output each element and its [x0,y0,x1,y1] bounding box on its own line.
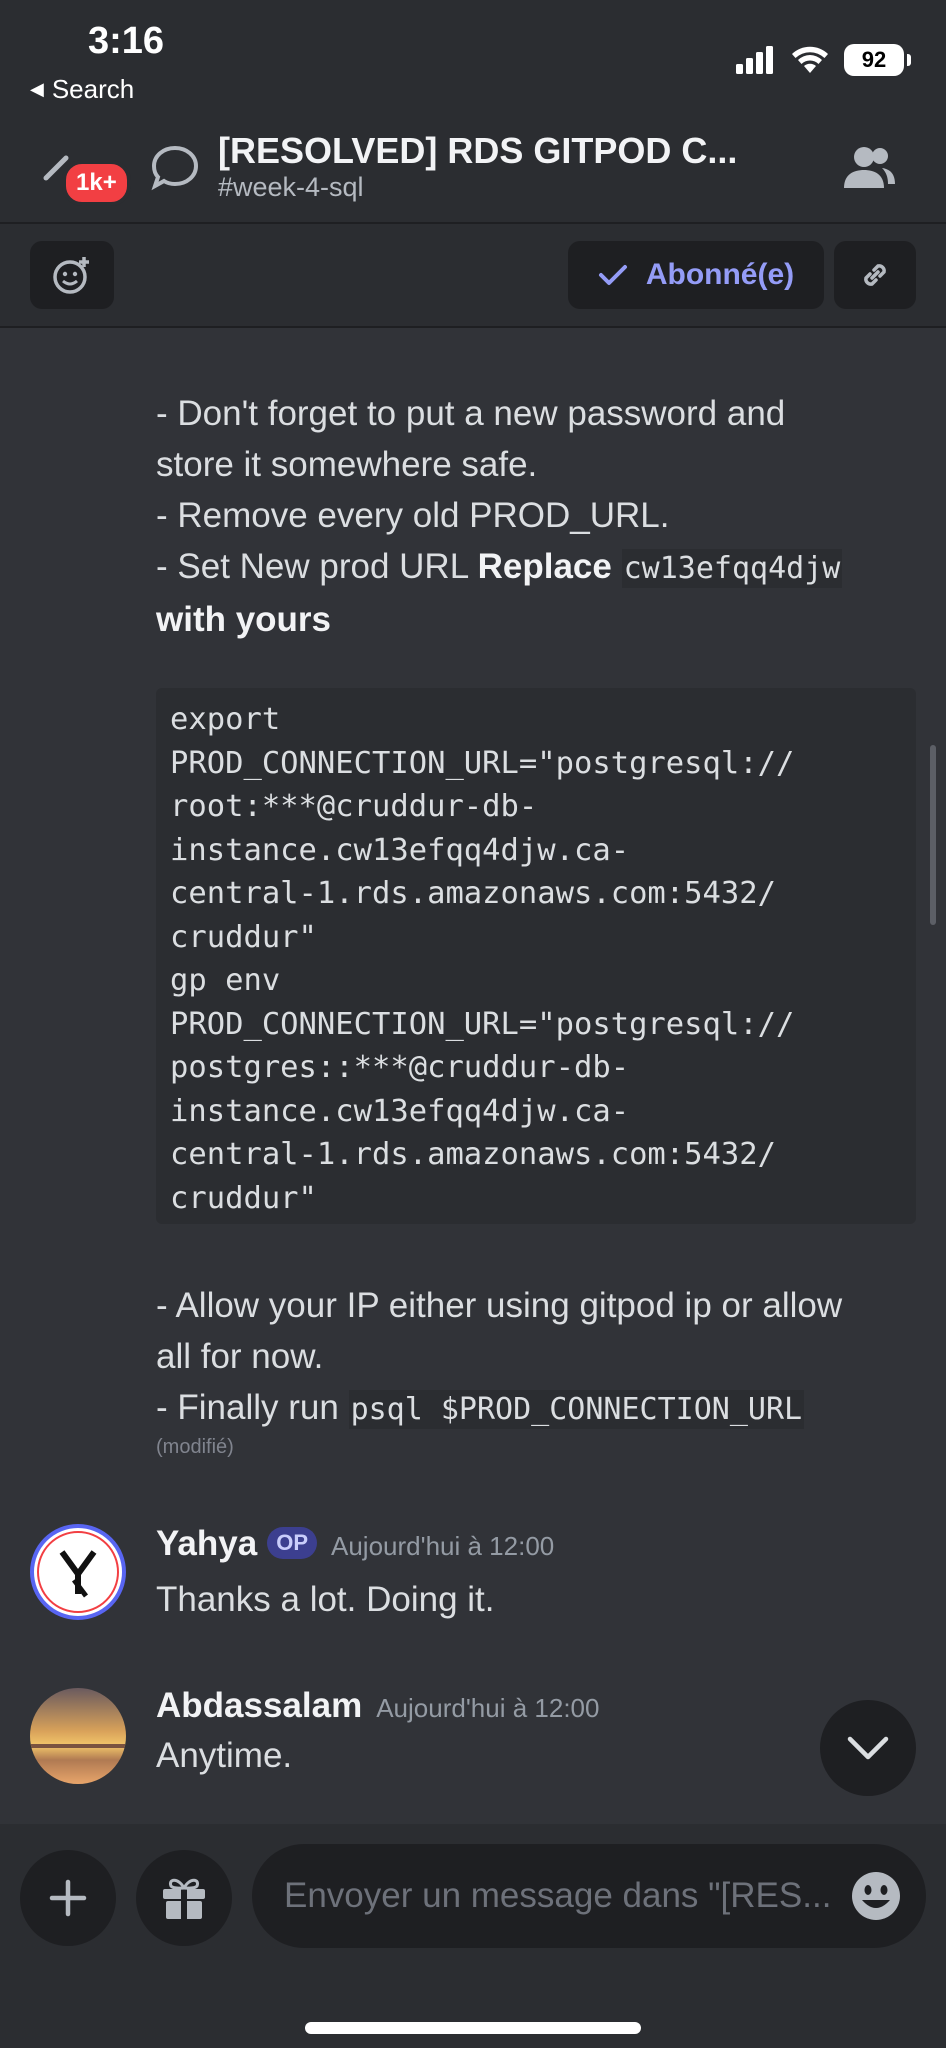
plus-icon [49,1879,87,1917]
status-bar: 3:16 ◀ Search 92 [0,0,946,110]
message-line: - Remove every old PROD_URL. [156,496,670,535]
members-icon[interactable] [842,144,896,190]
avatar[interactable] [30,1524,126,1620]
inline-code: psql $PROD_CONNECTION_URL [348,1390,805,1429]
timestamp: Aujourd'hui à 12:00 [376,1693,600,1723]
wifi-icon [792,46,828,73]
author-name[interactable]: Yahya [156,1524,257,1563]
message-composer[interactable] [252,1844,926,1948]
message-line: - Set New prod URL Replace cw13efqq4djw [156,541,916,594]
message-line: with yours [156,594,916,645]
unread-badge: 1k+ [62,160,131,206]
code-block[interactable]: export PROD_CONNECTION_URL="postgresql:/… [156,688,916,1224]
message-text-upper: - Don't forget to put a new password and… [156,388,916,645]
follow-label: Abonné(e) [645,258,795,291]
gift-button[interactable] [136,1850,232,1946]
jump-to-bottom-button[interactable] [820,1700,916,1796]
author-name[interactable]: Abdassalam [156,1686,362,1725]
system-icons: 92 [736,44,911,76]
inline-code: cw13efqq4djw [621,549,843,588]
message-header: Yahya OP Aujourd'hui à 12:00 [156,1524,554,1564]
message-body: Thanks a lot. Doing it. [156,1580,495,1619]
battery-indicator: 92 [844,44,911,76]
edited-marker: (modifié) [156,1436,234,1458]
message-body: Anytime. [156,1736,293,1775]
status-time: 3:16 [88,20,165,62]
follow-thread-button[interactable]: Abonné(e) [568,241,824,309]
add-reaction-button[interactable] [30,241,114,309]
avatar[interactable] [30,1688,126,1784]
thread-channel[interactable]: #week-4-sql [218,172,364,203]
back-to-search-link[interactable]: ◀ Search [30,74,134,105]
cellular-signal-icon [736,46,773,74]
composer-bar [0,1824,946,2048]
avatar-sunset-image [30,1688,126,1784]
gift-icon [163,1878,205,1919]
thread-title[interactable]: [RESOLVED] RDS GITPOD C... [218,130,737,172]
link-icon [864,264,886,286]
add-emoji-icon [53,257,89,294]
message-line: - Finally run psql $PROD_CONNECTION_URL [156,1382,916,1435]
message-header: Abdassalam Aujourd'hui à 12:00 [156,1686,599,1726]
avatar-logo-icon [37,1531,119,1613]
message-bold: Replace [477,547,612,586]
chevron-down-icon [847,1736,889,1760]
checkmark-icon [598,265,627,285]
message-bold: with yours [156,600,332,639]
copy-link-button[interactable] [834,241,916,309]
toolbar-divider [0,326,946,328]
op-badge: OP [267,1526,317,1559]
message-line: - Don't forget to put a new password and [156,394,786,433]
message-line: - Allow your IP either using gitpod ip o… [156,1286,843,1325]
timestamp: Aujourd'hui à 12:00 [331,1531,555,1561]
thread-icon [151,145,199,191]
scrollbar[interactable] [930,745,936,925]
message-text: - Set New prod URL [156,547,478,586]
back-triangle-icon: ◀ [30,79,44,99]
message-input[interactable] [284,1844,844,1948]
thread-toolbar: Abonné(e) [0,224,946,328]
message-text-lower: - Allow your IP either using gitpod ip o… [156,1280,916,1435]
message-line: all for now. [156,1337,324,1376]
back-search-label: Search [51,74,135,104]
home-indicator [305,2022,641,2034]
thread-header: 1k+ [RESOLVED] RDS GITPOD C... #week-4-s… [0,110,946,222]
code-block-text: export PROD_CONNECTION_URL="postgresql:/… [170,702,795,1216]
message-line: store it somewhere safe. [156,445,538,484]
emoji-picker-icon[interactable] [850,1870,902,1922]
attach-button[interactable] [20,1850,116,1946]
message-text: - Finally run [156,1388,349,1427]
